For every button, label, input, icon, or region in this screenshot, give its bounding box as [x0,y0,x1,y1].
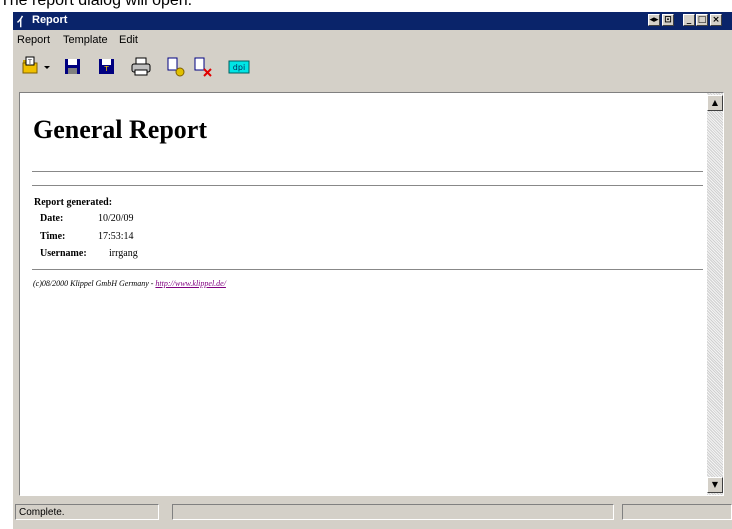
scroll-up-icon[interactable]: ▲ [707,95,723,111]
copyright-footer: (c)08/2000 Klippel GmbH Germany - http:/… [33,279,226,288]
menu-bar: Report Template Edit [13,31,732,49]
status-pane [622,504,732,520]
copyright-text: (c)08/2000 Klippel GmbH Germany - [33,279,156,288]
date-label: Date: [40,213,64,224]
divider [32,269,703,270]
open-icon[interactable]: T [20,56,42,78]
time-label: Time: [40,231,66,242]
status-bar: Complete. [13,502,732,522]
save-as-icon[interactable]: T [96,56,118,78]
svg-text:T: T [27,59,32,66]
caption-text: The report dialog will open. [0,0,193,9]
divider [32,185,703,186]
dropdown-arrow-icon[interactable] [42,56,52,78]
delete-page-icon[interactable] [192,56,214,78]
add-page-icon[interactable] [165,56,187,78]
time-value: 17:53:14 [98,231,134,242]
close-icon[interactable]: × [710,14,722,26]
username-value: irrgang [109,248,138,259]
report-title: General Report [33,115,208,144]
print-icon[interactable] [130,56,152,78]
report-generated-heading: Report generated: [34,197,113,208]
divider [32,171,703,172]
pin-icon[interactable]: ⊡ [662,14,674,26]
klippel-icon: ⺅ [17,15,30,29]
toolbar: T T dpi [13,52,732,84]
menu-report[interactable]: Report [17,34,50,46]
title-bar[interactable]: ⺅ Report ◂▸ ⊡ _ □ × [13,12,732,30]
report-view: General Report Report generated: Date: 1… [19,92,724,496]
vertical-scrollbar[interactable]: ▲ ▼ [707,93,723,495]
status-pane [172,504,614,520]
window-title: Report [32,14,68,26]
menu-template[interactable]: Template [63,34,108,46]
scroll-down-icon[interactable]: ▼ [707,477,723,493]
date-value: 10/20/09 [98,213,134,224]
save-icon[interactable] [62,56,84,78]
dpi-label: dpi [233,63,245,72]
status-text: Complete. [15,504,159,520]
username-label: Username: [40,248,87,259]
report-document: General Report Report generated: Date: 1… [20,93,707,495]
report-window: ⺅ Report ◂▸ ⊡ _ □ × Report Template Edit… [13,12,732,529]
svg-text:T: T [103,65,109,73]
klippel-link[interactable]: http://www.klippel.de/ [155,279,226,288]
dpi-button[interactable]: dpi [228,56,250,78]
minimize-icon[interactable]: _ [683,14,695,26]
menu-edit[interactable]: Edit [119,34,138,46]
maximize-icon[interactable]: □ [696,14,708,26]
restore-icon[interactable]: ◂▸ [648,14,660,26]
